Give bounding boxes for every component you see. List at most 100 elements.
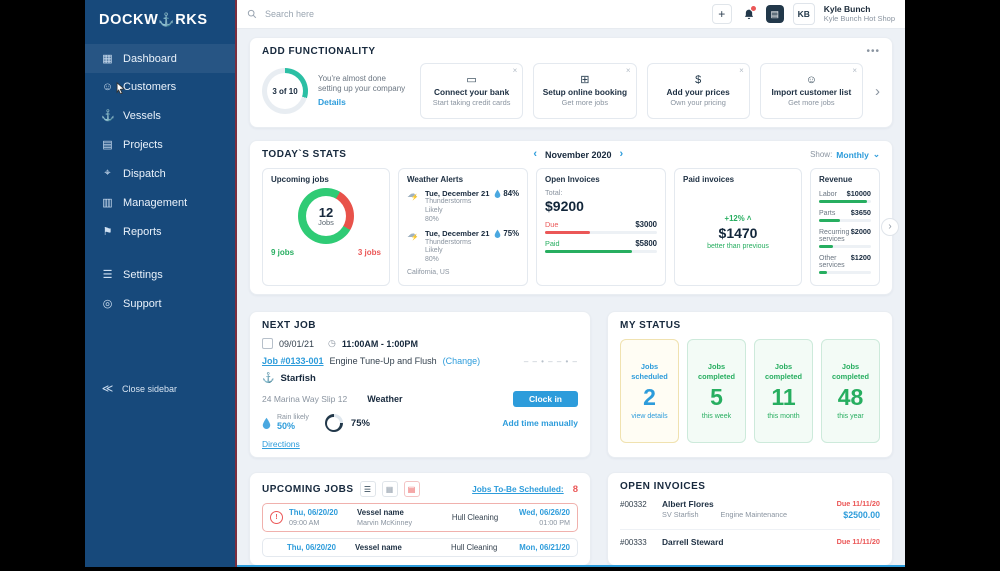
- search-bar[interactable]: [247, 8, 712, 20]
- collapse-sidebar-button[interactable]: ≪ Close sidebar: [85, 374, 237, 403]
- add-button[interactable]: +: [711, 4, 732, 24]
- close-icon[interactable]: ×: [739, 66, 744, 75]
- sidebar-item-support[interactable]: ◎ Support: [85, 289, 237, 318]
- location-pin-icon: ⌖: [104, 167, 111, 179]
- job-row-vessel: Vessel name: [355, 542, 402, 552]
- close-icon[interactable]: ×: [513, 66, 518, 75]
- directions-link[interactable]: Directions: [262, 439, 300, 449]
- storm-cloud-icon: ☁ ⚡: [407, 189, 419, 201]
- jobs-late-label: 3 jobs: [357, 248, 381, 257]
- job-id-link[interactable]: Job #0133-001: [262, 356, 324, 366]
- chevron-left-icon[interactable]: ‹: [533, 149, 537, 160]
- jobs-unit: Jobs: [318, 217, 334, 227]
- change-job-link[interactable]: (Change): [443, 356, 481, 366]
- lightning-icon: ⚡: [411, 235, 419, 242]
- due-label: Due: [545, 220, 559, 229]
- add-functionality-panel: ADD FUNCTIONALITY ••• 3 of 10 You're alm…: [249, 37, 893, 128]
- sidebar-item-vessels[interactable]: ⚓ Vessels: [85, 101, 237, 130]
- upcoming-jobs-title: UPCOMING JOBS: [262, 483, 354, 495]
- upcoming-jobs-panel: UPCOMING JOBS ☰ ▦ ▤ Jobs To-Be Scheduled…: [249, 472, 591, 567]
- sidebar-item-dispatch[interactable]: ⌖ Dispatch: [85, 159, 237, 188]
- invoice-row[interactable]: #00332 Albert Flores SV Starfish Engine …: [620, 492, 880, 530]
- paid-bar-fill: [545, 250, 633, 253]
- job-row-vessel: Vessel name: [357, 508, 404, 517]
- credit-card-icon: ▭: [466, 74, 477, 86]
- weather-date: Tue, December 21: [425, 189, 490, 198]
- sidebar-item-customers[interactable]: ☺ Customers: [85, 73, 237, 101]
- droplet-icon: [495, 229, 501, 239]
- logo-text: RKS: [175, 12, 208, 28]
- invoice-amount-link[interactable]: $2500.00: [837, 509, 880, 521]
- job-time: 11:00AM - 1:00PM: [341, 338, 418, 349]
- overflow-menu-icon[interactable]: •••: [866, 46, 880, 57]
- upcoming-jobs-donut: 12 Jobs: [298, 188, 354, 244]
- sidebar-item-label: Projects: [123, 138, 163, 151]
- close-icon[interactable]: ×: [626, 66, 631, 75]
- sidebar-item-reports[interactable]: ⚑ Reports: [85, 217, 237, 246]
- stat-card-title: Weather Alerts: [407, 175, 464, 184]
- chevron-right-icon[interactable]: ›: [620, 149, 624, 160]
- sidebar-item-management[interactable]: ▥ Management: [85, 188, 237, 217]
- job-row[interactable]: ! Thu, 06/20/20 09:00 AM Vessel name Mar…: [262, 503, 578, 532]
- search-input[interactable]: [263, 8, 407, 20]
- invoice-row[interactable]: #00333 Darrell Steward Due 11/11/20: [620, 530, 880, 555]
- jobs-completed-week-tile[interactable]: Jobs completed 5 this week: [687, 339, 746, 443]
- setup-message: You're almost done setting up your compa…: [318, 74, 410, 108]
- jobs-completed-year-tile[interactable]: Jobs completed 48 this year: [821, 339, 880, 443]
- card-title: Import customer list: [771, 87, 852, 97]
- invoice-service: Engine Maintenance: [720, 509, 788, 519]
- avatar[interactable]: KB: [792, 3, 815, 25]
- user-menu[interactable]: Kyle Bunch Kyle Bunch Hot Shop: [824, 4, 895, 23]
- revenue-bar-fill: [819, 245, 833, 248]
- connect-bank-card[interactable]: × ▭ Connect your bank Start taking credi…: [420, 63, 524, 119]
- revenue-label: Labor: [819, 191, 837, 198]
- clipboard-check-icon: ▤: [770, 8, 779, 19]
- jobs-done-label: 9 jobs: [271, 248, 295, 257]
- grid-view-toggle[interactable]: ▦: [381, 481, 398, 497]
- weather-date: Tue, December 21: [425, 229, 490, 239]
- add-time-manually-link[interactable]: Add time manually: [502, 418, 578, 428]
- details-link[interactable]: Details: [318, 97, 410, 108]
- jobs-scheduled-tile[interactable]: Jobs scheduled 2 view details: [620, 339, 679, 443]
- paid-amount: $5800: [635, 239, 657, 248]
- jobs-to-be-scheduled-link[interactable]: Jobs To-Be Scheduled:: [472, 484, 564, 494]
- total-label: Total:: [545, 188, 563, 197]
- collapse-icon: ≪: [101, 383, 114, 395]
- sidebar-item-dashboard[interactable]: ▦ Dashboard: [85, 44, 237, 73]
- paid-amount: $1470: [718, 224, 758, 241]
- flagged-jobs-button[interactable]: ▤: [403, 481, 420, 497]
- stats-next-button[interactable]: ›: [881, 217, 899, 236]
- jobs-completed-month-tile[interactable]: Jobs completed 11 this month: [754, 339, 813, 443]
- view-details-link[interactable]: view details: [631, 413, 667, 420]
- add-prices-card[interactable]: × $ Add your prices Own your pricing: [646, 63, 750, 119]
- tile-label: Jobs scheduled: [631, 362, 668, 381]
- sidebar-item-projects[interactable]: ▤ Projects: [85, 130, 237, 159]
- open-invoices-stat-card: Open Invoices Total: $9200 Due $3000 Pai…: [536, 168, 666, 286]
- sidebar-item-settings[interactable]: ☰ Settings: [85, 260, 237, 289]
- due-amount: $3000: [635, 220, 657, 229]
- close-icon[interactable]: ×: [852, 66, 857, 75]
- job-row-service: Hull Cleaning: [450, 543, 498, 553]
- tasks-button[interactable]: ▤: [765, 5, 784, 23]
- revenue-bar-fill: [819, 200, 867, 203]
- job-checkbox[interactable]: [262, 338, 273, 349]
- show-period-dropdown[interactable]: Show: Monthly ⌄: [810, 149, 880, 160]
- price-tag-icon: $: [695, 74, 702, 86]
- show-label: Show:: [810, 150, 833, 159]
- revenue-label: Parts: [819, 210, 836, 217]
- logo-text: DOCKW: [99, 12, 159, 28]
- notifications-button[interactable]: [741, 5, 757, 23]
- setup-booking-card[interactable]: × ⊞ Setup online booking Get more jobs: [533, 63, 637, 119]
- job-row-date: Thu, 06/20/20: [287, 542, 336, 552]
- paid-invoices-stat-card: Paid invoices +12% ˄ $1470 better than p…: [674, 168, 802, 286]
- tile-value: 5: [710, 383, 723, 410]
- clock-in-button[interactable]: Clock in: [512, 391, 578, 407]
- chevron-right-icon[interactable]: ›: [875, 83, 880, 100]
- month-label: November 2020: [545, 149, 612, 160]
- total-amount: $9200: [545, 198, 584, 214]
- list-view-toggle[interactable]: ☰: [359, 481, 376, 497]
- import-customers-card[interactable]: × ☺ Import customer list Get more jobs: [759, 63, 863, 119]
- job-row[interactable]: Thu, 06/20/20 Vessel name Hull Cleaning …: [262, 537, 578, 558]
- card-title: Add your prices: [666, 87, 730, 97]
- search-icon: [247, 9, 257, 19]
